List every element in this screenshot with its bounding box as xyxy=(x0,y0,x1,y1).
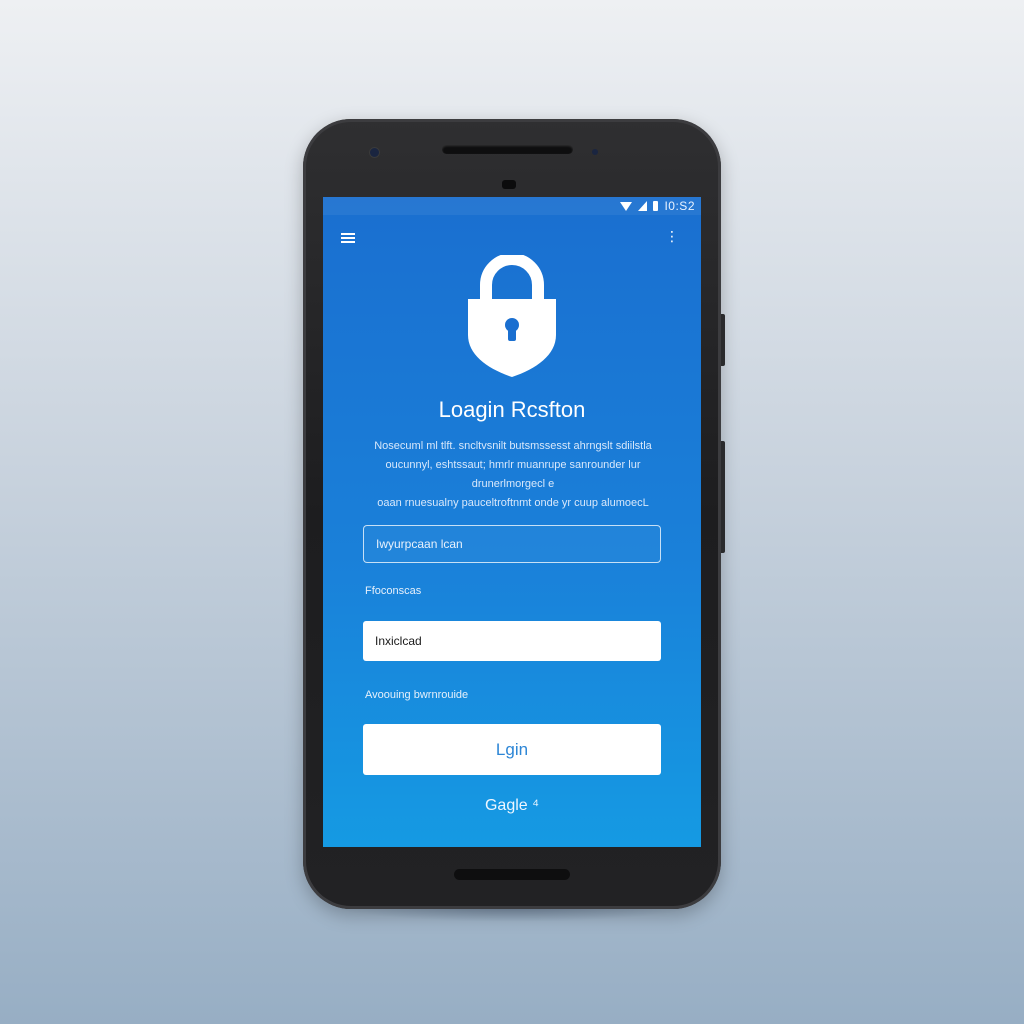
front-camera xyxy=(370,148,379,157)
password-label: Ffoconscas xyxy=(365,585,422,597)
status-bar: I0:S2 xyxy=(323,197,701,215)
description-text: Nosecuml ml tlft. sncltvsnilt butsmssess… xyxy=(363,437,663,513)
description-line: Nosecuml ml tlft. sncltvsnilt butsmssess… xyxy=(374,440,652,452)
power-button xyxy=(721,441,725,553)
description-line: oaan rnuesualny pauceltroftnmt onde yr c… xyxy=(377,497,649,509)
description-line: oucunnyl, eshtssaut; hmrlr muanrupe sanr… xyxy=(385,459,641,490)
forgot-password-link[interactable]: Avoouing bwrnrouide xyxy=(365,689,468,701)
more-vertical-icon[interactable]: ⋮ xyxy=(665,229,679,243)
hamburger-menu-icon[interactable] xyxy=(341,233,355,243)
network-icon xyxy=(638,201,648,211)
status-time: I0:S2 xyxy=(664,199,695,213)
phone-screen: I0:S2 ⋮ Loagin Rcsfton Nosecuml ml tlft.… xyxy=(323,197,701,847)
signal-icon xyxy=(620,201,633,211)
bottom-speaker xyxy=(454,869,570,880)
login-button[interactable]: Lgin xyxy=(363,724,661,775)
page-title: Loagin Rcsfton xyxy=(438,397,586,422)
lock-shield-icon xyxy=(468,255,556,377)
proximity-sensor xyxy=(502,180,516,189)
password-input[interactable] xyxy=(363,621,661,661)
status-indicators: I0:S2 xyxy=(620,199,695,213)
phone-device: I0:S2 ⋮ Loagin Rcsfton Nosecuml ml tlft.… xyxy=(303,119,725,909)
volume-button xyxy=(721,314,725,366)
light-sensor xyxy=(592,149,598,155)
google-signin-link[interactable]: Gagle ⁴ xyxy=(323,797,701,815)
earpiece-speaker xyxy=(442,145,573,154)
username-input[interactable] xyxy=(363,525,661,563)
battery-icon xyxy=(653,201,659,211)
